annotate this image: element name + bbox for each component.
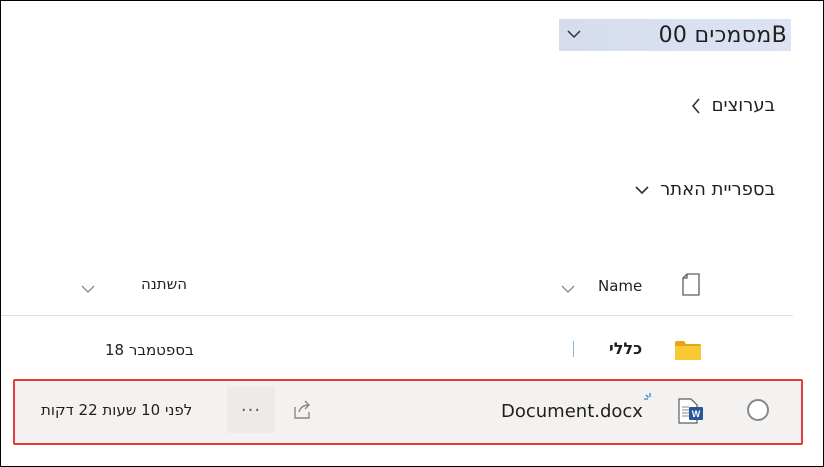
new-item-bar bbox=[573, 341, 574, 357]
section-label: בספריית האתר bbox=[660, 179, 775, 200]
section-label: בערוצים bbox=[711, 95, 775, 116]
section-site-library[interactable]: בספריית האתר bbox=[634, 179, 775, 200]
chevron-left-icon[interactable] bbox=[690, 97, 702, 115]
file-name[interactable]: Document.docx bbox=[501, 401, 643, 422]
new-item-icon bbox=[643, 391, 657, 410]
folder-name[interactable]: כללי bbox=[609, 339, 642, 358]
column-name[interactable]: Name bbox=[598, 277, 642, 295]
select-checkbox[interactable] bbox=[747, 399, 769, 421]
header-divider bbox=[1, 315, 793, 316]
chevron-down-icon[interactable] bbox=[561, 279, 575, 298]
column-header: Name השתנה bbox=[1, 269, 824, 301]
document-library-view: מסמכים 00B בערוצים בספריית האתר Name השת… bbox=[0, 0, 824, 467]
folder-icon bbox=[674, 339, 702, 365]
library-title: מסמכים 00B bbox=[658, 22, 787, 48]
chevron-down-icon[interactable] bbox=[634, 184, 650, 196]
document-icon bbox=[681, 273, 701, 301]
table-row-selected[interactable]: W Document.docx ··· לפני 10 שעות 22 דקות bbox=[13, 379, 803, 445]
word-document-icon: W bbox=[675, 397, 705, 429]
modified-date: לפני 10 שעות 22 דקות bbox=[41, 401, 193, 419]
more-actions-button[interactable]: ··· bbox=[227, 387, 275, 433]
svg-text:W: W bbox=[692, 409, 701, 419]
share-icon[interactable] bbox=[289, 399, 315, 425]
section-in-channels[interactable]: בערוצים bbox=[690, 95, 775, 116]
modified-date: 18 בספטמבר bbox=[105, 341, 194, 359]
chevron-down-icon[interactable] bbox=[567, 28, 581, 42]
library-title-dropdown[interactable]: מסמכים 00B bbox=[559, 19, 791, 51]
table-row[interactable]: כללי 18 בספטמבר bbox=[1, 335, 824, 367]
column-modified[interactable]: השתנה bbox=[141, 275, 187, 293]
chevron-down-icon[interactable] bbox=[81, 279, 95, 298]
